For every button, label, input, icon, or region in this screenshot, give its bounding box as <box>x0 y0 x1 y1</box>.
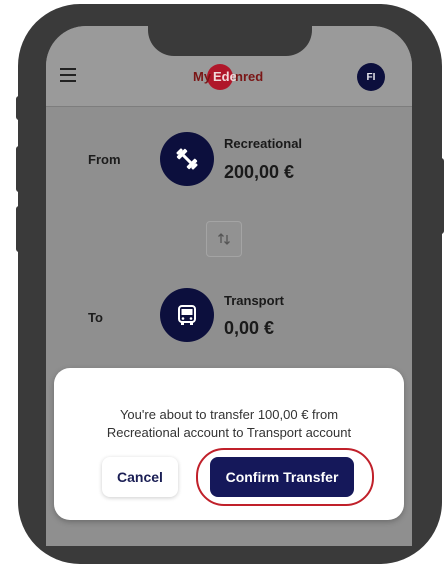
cancel-button[interactable]: Cancel <box>102 457 178 497</box>
dialog-message-line-2: Recreational account to Transport accoun… <box>106 425 352 440</box>
user-avatar[interactable]: FI <box>357 63 385 91</box>
swap-arrows-icon <box>218 233 230 245</box>
from-label: From <box>88 152 121 167</box>
my-edenred-logo[interactable]: My Ede nred <box>193 64 283 90</box>
to-account-icon-circle <box>160 288 214 342</box>
to-label: To <box>88 310 103 325</box>
confirm-transfer-button[interactable]: Confirm Transfer <box>210 457 354 497</box>
phone-notch <box>148 26 312 56</box>
from-account-amount: 200,00 € <box>224 162 295 182</box>
from-account-name: Recreational <box>224 136 303 151</box>
dumbbell-icon <box>176 148 198 170</box>
dialog-message-line-1: You're about to transfer 100,00 € from <box>119 407 339 422</box>
dialog-message: You're about to transfer 100,00 € from R… <box>54 406 404 442</box>
from-account-icon-circle <box>160 132 214 186</box>
swap-accounts-button[interactable] <box>206 221 242 257</box>
to-account-amount: 0,00 € <box>224 318 275 338</box>
confirm-transfer-dialog: You're about to transfer 100,00 € from R… <box>54 368 404 520</box>
bus-icon <box>178 305 196 325</box>
hamburger-menu-icon[interactable] <box>60 68 76 82</box>
to-account-name: Transport <box>224 293 284 308</box>
